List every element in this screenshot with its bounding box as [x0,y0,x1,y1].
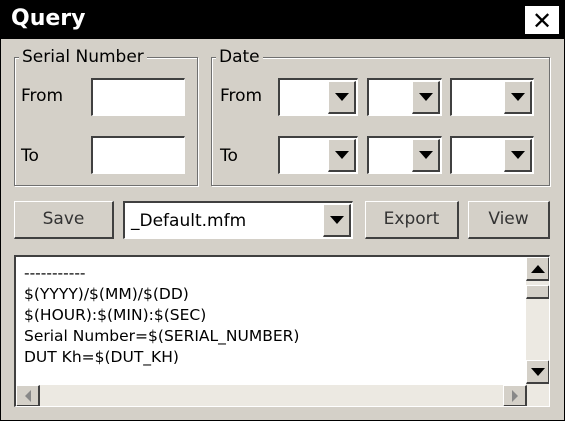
template-line: DUT Kh=$(DUT_KH) [24,348,179,366]
chevron-down-icon[interactable] [328,139,356,172]
view-button[interactable]: View [468,201,550,239]
chevron-down-icon[interactable] [412,81,440,114]
chevron-down-icon[interactable] [504,139,532,172]
close-button[interactable]: ✕ [524,5,560,35]
date-to-year-select[interactable] [278,136,358,174]
serial-from-label: From [21,86,64,106]
title-bar: Query ✕ [1,1,564,39]
date-legend: Date [216,48,263,66]
template-line: $(YYYY)/$(MM)/$(DD) [24,285,189,303]
scroll-right-button[interactable] [503,385,527,406]
date-from-year-select[interactable] [278,78,358,116]
template-line: ----------- [24,264,86,282]
scroll-down-button[interactable] [526,360,549,384]
close-icon: ✕ [531,7,553,35]
arrow-down-icon [530,367,545,376]
serial-from-input[interactable] [91,78,185,116]
export-button[interactable]: Export [365,201,459,239]
date-to-month-select[interactable] [367,136,442,174]
date-to-label: To [220,146,238,166]
chevron-down-icon[interactable] [504,81,532,114]
scroll-up-button[interactable] [526,257,549,281]
template-text-area[interactable]: ----------- $(YYYY)/$(MM)/$(DD) $(HOUR):$(… [14,255,550,407]
format-select[interactable]: _Default.mfm [123,201,353,239]
date-from-label: From [220,86,263,106]
serial-number-group: Serial Number From To [14,48,198,186]
save-button[interactable]: Save [14,201,114,239]
template-line: Serial Number=$(SERIAL_NUMBER) [24,327,300,345]
arrow-right-icon [511,389,518,402]
serial-to-label: To [21,146,39,166]
window-title: Query [11,6,86,31]
date-to-day-select[interactable] [450,136,534,174]
arrow-up-icon [530,264,545,273]
serial-number-legend: Serial Number [19,48,147,66]
format-select-value: _Default.mfm [131,211,247,231]
query-dialog: Query ✕ Serial Number From To Date From [0,0,565,421]
template-line: $(HOUR):$(MIN):$(SEC) [24,306,207,324]
arrow-left-icon [24,389,31,402]
template-text-lines: ----------- $(YYYY)/$(MM)/$(DD) $(HOUR):$(… [24,263,299,368]
date-from-day-select[interactable] [450,78,534,116]
horizontal-scrollbar[interactable] [16,385,549,406]
chevron-down-icon[interactable] [412,139,440,172]
scroll-left-button[interactable] [16,385,40,406]
serial-to-input[interactable] [91,136,185,174]
chevron-down-icon[interactable] [323,204,351,237]
chevron-down-icon[interactable] [328,81,356,114]
date-group: Date From To [211,48,550,186]
scroll-thumb[interactable] [526,285,549,299]
vertical-scrollbar[interactable] [526,257,549,385]
date-from-month-select[interactable] [367,78,442,116]
